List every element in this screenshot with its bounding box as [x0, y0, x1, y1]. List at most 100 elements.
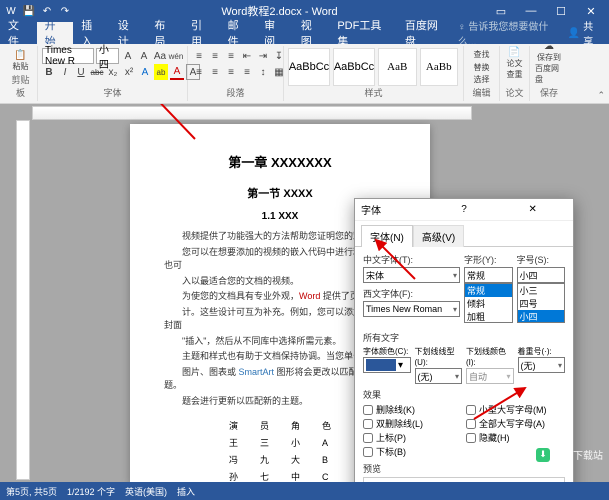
- style-label: 字形(Y):: [464, 253, 513, 266]
- align-center-button[interactable]: ≡: [208, 64, 222, 80]
- style-input[interactable]: 常规: [464, 267, 513, 283]
- tab-mailings[interactable]: 邮件: [220, 22, 257, 44]
- ribbon-tabs: 文件 开始 插入 设计 布局 引用 邮件 审阅 视图 PDF工具集 百度网盘 ♀…: [0, 22, 609, 44]
- style-listbox[interactable]: 常规 倾斜 加粗: [464, 283, 513, 323]
- multilevel-button[interactable]: ≡: [224, 48, 238, 64]
- dialog-tab-font[interactable]: 字体(N): [361, 225, 413, 247]
- size-listbox[interactable]: 小三 四号 小四: [517, 283, 566, 323]
- bullets-button[interactable]: ≡: [192, 48, 206, 64]
- dstrike-checkbox[interactable]: 双删除线(L): [363, 417, 462, 430]
- tab-view[interactable]: 视图: [293, 22, 330, 44]
- emphasis-select[interactable]: (无)▾: [518, 357, 566, 373]
- change-case-button[interactable]: Aa: [153, 48, 167, 64]
- tab-home[interactable]: 开始: [37, 22, 74, 44]
- redo-icon[interactable]: ↷: [58, 4, 72, 18]
- ribbon: 📋粘贴 剪贴板 Times New R 小四 A A Aa wén B I U …: [0, 44, 609, 104]
- strike-checkbox[interactable]: 删除线(K): [363, 403, 462, 416]
- align-left-button[interactable]: ≡: [192, 64, 206, 80]
- grow-font-button[interactable]: A: [121, 48, 135, 64]
- underline-button[interactable]: U: [74, 64, 88, 80]
- font-dialog: 字体 ? ✕ 字体(N) 高级(V) 中文字体(T): 宋体▾ 西文字体(F):…: [354, 198, 574, 484]
- watermark: ⬇ 极光下载站: [536, 447, 603, 462]
- share-button[interactable]: 👤共享: [560, 22, 609, 44]
- line-spacing-button[interactable]: ↕: [256, 64, 270, 80]
- preview-label: 预览: [363, 462, 565, 475]
- subscript-checkbox[interactable]: 下标(B): [363, 445, 462, 458]
- hidden-checkbox[interactable]: 隐藏(H): [466, 431, 565, 444]
- style-heading1[interactable]: AaB: [378, 48, 417, 86]
- replace-button[interactable]: 替换: [468, 61, 495, 74]
- undo-icon[interactable]: ↶: [40, 4, 54, 18]
- text-effects-button[interactable]: A: [138, 64, 152, 80]
- tab-layout[interactable]: 布局: [146, 22, 183, 44]
- italic-button[interactable]: I: [58, 64, 72, 80]
- doc-table: 演员角色 王三小A 冯九大B 孙七中C 李四巨D 杨十小E: [217, 416, 343, 484]
- dialog-title: 字体: [361, 202, 430, 217]
- justify-button[interactable]: ≡: [240, 64, 254, 80]
- size-input[interactable]: 小四: [517, 267, 566, 283]
- tab-file[interactable]: 文件: [0, 22, 37, 44]
- smallcaps-checkbox[interactable]: 小型大写字母(M): [466, 403, 565, 416]
- collapse-ribbon-icon[interactable]: ⌃: [597, 90, 605, 101]
- select-button[interactable]: 选择: [468, 73, 495, 86]
- paper-check-button[interactable]: 📄论文查重: [504, 48, 525, 78]
- status-insert[interactable]: 插入: [177, 485, 195, 498]
- underline-color-select: 自动▾: [466, 368, 514, 384]
- save-icon[interactable]: 💾: [22, 4, 36, 18]
- status-page[interactable]: 第5页, 共5页: [6, 485, 57, 498]
- pinyin-button[interactable]: wén: [169, 48, 183, 64]
- subscript-button[interactable]: x₂: [106, 64, 120, 80]
- doc-heading-1: 第一章 XXXXXXX: [164, 152, 396, 171]
- table-row: 王三小A: [219, 435, 341, 450]
- inc-indent-button[interactable]: ⇥: [256, 48, 270, 64]
- align-right-button[interactable]: ≡: [224, 64, 238, 80]
- horizontal-ruler[interactable]: [32, 106, 472, 120]
- en-font-select[interactable]: Times New Roman▾: [363, 301, 460, 317]
- dec-indent-button[interactable]: ⇤: [240, 48, 254, 64]
- paste-button[interactable]: 📋粘贴: [8, 48, 33, 73]
- font-color-select[interactable]: ▾: [363, 357, 411, 373]
- superscript-checkbox[interactable]: 上标(P): [363, 431, 462, 444]
- vertical-ruler[interactable]: [16, 120, 30, 480]
- font-size-combo[interactable]: 小四: [96, 48, 119, 64]
- group-font-label: 字体: [42, 86, 183, 99]
- workspace: 第一章 XXXXXXX 第一节 XXXX 1.1 XXX 视频提供了功能强大的方…: [0, 104, 609, 484]
- style-nospace[interactable]: AaBbCc: [333, 48, 375, 86]
- group-styles-label: 样式: [288, 86, 459, 99]
- en-font-label: 西文字体(F):: [363, 287, 460, 300]
- alltext-label: 所有文字: [363, 331, 565, 344]
- cn-font-label: 中文字体(T):: [363, 253, 460, 266]
- table-row: 演员角色: [219, 418, 341, 433]
- dialog-help-button[interactable]: ?: [430, 204, 499, 215]
- group-clipboard-label: 剪贴板: [8, 73, 33, 99]
- numbering-button[interactable]: ≡: [208, 48, 222, 64]
- save-baidu-button[interactable]: ☁保存到百度网盘: [534, 48, 564, 78]
- superscript-button[interactable]: x²: [122, 64, 136, 80]
- tab-references[interactable]: 引用: [183, 22, 220, 44]
- shrink-font-button[interactable]: A: [137, 48, 151, 64]
- dialog-tab-advanced[interactable]: 高级(V): [413, 225, 464, 247]
- dialog-close-button[interactable]: ✕: [498, 204, 567, 215]
- group-paragraph-label: 段落: [192, 86, 279, 99]
- find-button[interactable]: 查找: [468, 48, 495, 61]
- cn-font-select[interactable]: 宋体▾: [363, 267, 460, 283]
- bold-button[interactable]: B: [42, 64, 56, 80]
- underline-style-select[interactable]: (无)▾: [415, 368, 463, 384]
- allcaps-checkbox[interactable]: 全部大写字母(A): [466, 417, 565, 430]
- font-color-button[interactable]: A: [170, 64, 184, 80]
- watermark-logo-icon: ⬇: [536, 448, 550, 462]
- tab-pdftools[interactable]: PDF工具集: [329, 22, 397, 44]
- tab-baidu[interactable]: 百度网盘: [397, 22, 454, 44]
- dialog-titlebar[interactable]: 字体 ? ✕: [355, 199, 573, 221]
- strike-button[interactable]: abc: [90, 64, 104, 80]
- effects-label: 效果: [363, 388, 565, 401]
- status-words[interactable]: 1/2192 个字: [67, 485, 115, 498]
- style-heading2[interactable]: AaBb: [420, 48, 459, 86]
- highlight-button[interactable]: ab: [154, 64, 168, 80]
- table-row: 冯九大B: [219, 452, 341, 467]
- group-editing-label: 编辑: [468, 86, 495, 99]
- font-family-combo[interactable]: Times New R: [42, 48, 94, 64]
- tab-review[interactable]: 审阅: [256, 22, 293, 44]
- status-lang[interactable]: 英语(美国): [125, 485, 167, 498]
- style-normal[interactable]: AaBbCc: [288, 48, 330, 86]
